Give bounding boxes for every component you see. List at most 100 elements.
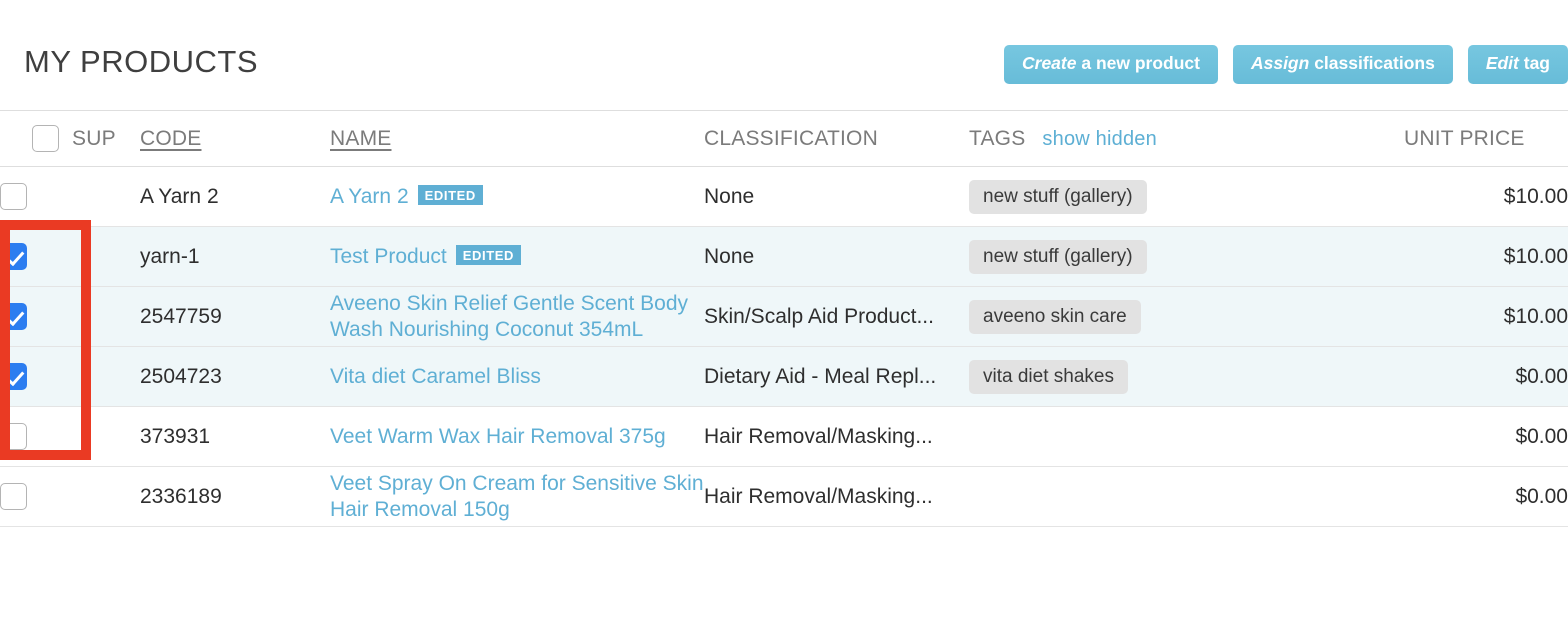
page-title: MY PRODUCTS (24, 44, 259, 79)
cell-code: 2547759 (140, 286, 330, 347)
cell-tags: new stuff (gallery) (969, 166, 1404, 227)
cell-tags: vita diet shakes (969, 346, 1404, 407)
product-name-wrap: A Yarn 2 EDITED (330, 184, 704, 210)
product-name-link[interactable]: Vita diet Caramel Bliss (330, 365, 541, 388)
cell-name: Aveeno Skin Relief Gentle Scent Body Was… (330, 286, 704, 347)
table-row[interactable]: 2336189 Veet Spray On Cream for Sensitive… (0, 466, 1568, 527)
edited-badge: EDITED (417, 184, 483, 205)
product-name-wrap: Veet Spray On Cream for Sensitive Skin H… (330, 471, 704, 523)
row-select-checkbox[interactable] (0, 483, 27, 510)
tag-pill[interactable]: aveeno skin care (969, 299, 1141, 334)
row-select-cell (0, 406, 72, 467)
cell-code: yarn-1 (140, 226, 330, 287)
table-header-row: SUP CODE NAME CLASSIFICATION TAGS show h… (0, 110, 1568, 167)
cell-code: 2336189 (140, 466, 330, 527)
row-select-checkbox[interactable] (0, 363, 27, 390)
row-select-cell (0, 286, 72, 347)
row-select-checkbox[interactable] (0, 243, 27, 270)
tag-pill[interactable]: vita diet shakes (969, 359, 1128, 394)
sort-by-code-link[interactable]: CODE (140, 127, 201, 150)
product-name-link[interactable]: Veet Warm Wax Hair Removal 375g (330, 425, 666, 448)
cell-code: 2504723 (140, 346, 330, 407)
select-all-checkbox[interactable] (32, 125, 59, 152)
create-new-product-button[interactable]: Create a new product (1004, 45, 1218, 84)
table-body: A Yarn 2A Yarn 2 EDITED None new stuff (gal… (0, 166, 1568, 527)
cell-unit-price: $0.00 (1404, 406, 1568, 467)
cell-unit-price: $10.00 (1404, 286, 1568, 347)
product-name-wrap: Veet Warm Wax Hair Removal 375g (330, 424, 704, 450)
cell-tags: new stuff (gallery) (969, 226, 1404, 287)
column-header-code: CODE (140, 110, 330, 167)
cell-name: A Yarn 2 EDITED (330, 166, 704, 227)
my-products-page: MY PRODUCTS Create a new product Assign c… (0, 0, 1568, 618)
cell-classification: None (704, 166, 969, 227)
product-name-wrap: Vita diet Caramel Bliss (330, 364, 704, 390)
cell-classification: Hair Removal/Masking... (704, 466, 969, 527)
product-name-link[interactable]: Veet Spray On Cream for Sensitive Skin H… (330, 472, 704, 521)
column-header-tags-label: TAGS (969, 126, 1026, 150)
tag-pill[interactable]: new stuff (gallery) (969, 179, 1147, 214)
button-lead-word: Assign (1250, 53, 1310, 73)
cell-tags (969, 466, 1404, 527)
cell-classification: Hair Removal/Masking... (704, 406, 969, 467)
row-select-cell (0, 226, 72, 287)
row-select-checkbox[interactable] (0, 423, 27, 450)
product-name-wrap: Aveeno Skin Relief Gentle Scent Body Was… (330, 291, 704, 343)
show-hidden-link[interactable]: show hidden (1042, 128, 1157, 151)
page-header: MY PRODUCTS Create a new product Assign c… (0, 0, 1568, 110)
cell-name: Veet Spray On Cream for Sensitive Skin H… (330, 466, 704, 527)
edit-tags-button[interactable]: Edit tag (1467, 45, 1568, 84)
cell-sup (72, 286, 140, 347)
cell-sup (72, 226, 140, 287)
button-lead-word: Create (1022, 53, 1077, 73)
cell-unit-price: $0.00 (1404, 466, 1568, 527)
edited-badge: EDITED (455, 244, 522, 265)
row-select-checkbox[interactable] (0, 183, 27, 210)
products-table: SUP CODE NAME CLASSIFICATION TAGS show h… (0, 110, 1568, 527)
row-select-cell (0, 466, 72, 527)
cell-classification: None (704, 226, 969, 287)
column-header-classification: CLASSIFICATION (704, 110, 969, 167)
product-name-link[interactable]: Aveeno Skin Relief Gentle Scent Body Was… (330, 292, 688, 341)
cell-tags: aveeno skin care (969, 286, 1404, 347)
table-row[interactable]: 2504723 Vita diet Caramel Bliss Dietary Ai… (0, 346, 1568, 407)
cell-name: Veet Warm Wax Hair Removal 375g (330, 406, 704, 467)
sort-by-name-link[interactable]: NAME (330, 127, 391, 150)
table-row[interactable]: 373931 Veet Warm Wax Hair Removal 375g Hai… (0, 406, 1568, 467)
table-row[interactable]: yarn-1 Test Product EDITED None new stuff (g… (0, 226, 1568, 287)
cell-code: 373931 (140, 406, 330, 467)
column-header-unit-price: UNIT PRICE (1404, 110, 1568, 167)
row-select-cell (0, 166, 72, 227)
button-rest-label: tag (1518, 53, 1550, 73)
cell-sup (72, 346, 140, 407)
select-all-header (0, 110, 72, 167)
tag-pill[interactable]: new stuff (gallery) (969, 239, 1147, 274)
cell-unit-price: $10.00 (1404, 166, 1568, 227)
row-select-checkbox[interactable] (0, 303, 27, 330)
header-action-buttons: Create a new product Assign classificatio… (1004, 45, 1568, 84)
product-name-link[interactable]: Test Product (330, 245, 447, 268)
cell-name: Test Product EDITED (330, 226, 704, 287)
cell-tags (969, 406, 1404, 467)
button-rest-label: classifications (1309, 53, 1435, 73)
table-header: SUP CODE NAME CLASSIFICATION TAGS show h… (0, 110, 1568, 167)
cell-sup (72, 406, 140, 467)
table-row[interactable]: A Yarn 2A Yarn 2 EDITED None new stuff (gal… (0, 166, 1568, 227)
column-header-sup: SUP (72, 110, 140, 167)
cell-classification: Skin/Scalp Aid Product... (704, 286, 969, 347)
cell-code: A Yarn 2 (140, 166, 330, 227)
assign-classifications-button[interactable]: Assign classifications (1232, 45, 1453, 84)
cell-unit-price: $0.00 (1404, 346, 1568, 407)
product-name-wrap: Test Product EDITED (330, 244, 704, 270)
column-header-tags: TAGS show hidden (969, 110, 1404, 167)
button-rest-label: a new product (1076, 53, 1200, 73)
row-select-cell (0, 346, 72, 407)
cell-sup (72, 466, 140, 527)
table-row[interactable]: 2547759 Aveeno Skin Relief Gentle Scent B… (0, 286, 1568, 347)
cell-unit-price: $10.00 (1404, 226, 1568, 287)
product-name-link[interactable]: A Yarn 2 (330, 185, 409, 208)
cell-classification: Dietary Aid - Meal Repl... (704, 346, 969, 407)
button-lead-word: Edit (1485, 53, 1519, 73)
cell-name: Vita diet Caramel Bliss (330, 346, 704, 407)
cell-sup (72, 166, 140, 227)
